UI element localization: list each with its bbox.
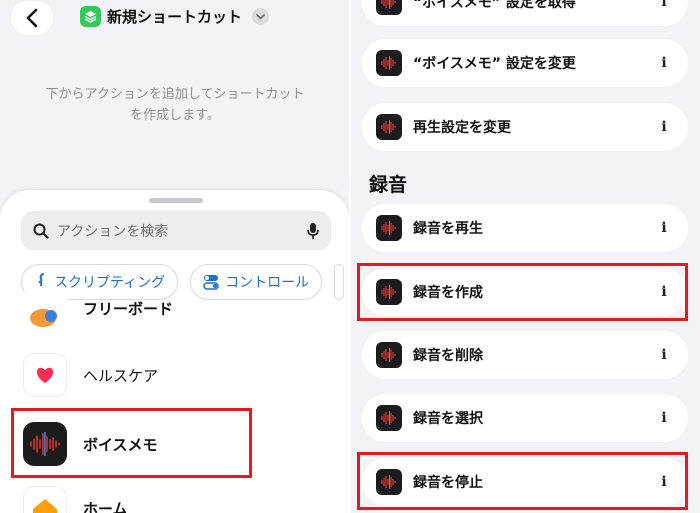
info-icon[interactable]: i (654, 220, 674, 236)
action-set-voice-memo-settings[interactable]: “ボイスメモ” 設定を変更 i (362, 39, 688, 87)
info-icon[interactable]: i (654, 55, 674, 71)
voice-memos-icon (376, 342, 402, 368)
chip-controls[interactable]: コントロール (190, 264, 323, 300)
list-item-label: フリーボード (83, 299, 174, 318)
list-item-label: ホーム (83, 499, 128, 513)
back-button[interactable] (11, 1, 53, 35)
voice-memos-icon (376, 114, 402, 140)
action-label: 録音を選択 (413, 411, 483, 427)
action-label: 再生設定を変更 (413, 120, 511, 136)
action-set-playback[interactable]: 再生設定を変更 i (362, 103, 688, 151)
voice-memos-icon (376, 215, 402, 241)
action-label: “ボイスメモ” 設定を変更 (413, 56, 576, 72)
shortcuts-app-icon (80, 6, 101, 27)
section-title: 録音 (369, 174, 408, 196)
heart-icon (23, 353, 67, 397)
home-icon (23, 486, 67, 513)
chip-partial[interactable] (334, 264, 345, 300)
action-label: 録音を削除 (413, 348, 483, 364)
info-icon[interactable]: i (654, 410, 674, 426)
highlight-box (11, 408, 252, 478)
list-item-freeform[interactable]: フリーボード (23, 286, 173, 330)
list-item-home[interactable]: ホーム (23, 486, 128, 513)
info-icon[interactable]: i (654, 0, 674, 10)
search-icon (33, 223, 49, 239)
action-label: 録音を再生 (413, 221, 483, 237)
search-placeholder: アクションを検索 (57, 223, 169, 240)
sheet-grabber[interactable] (149, 198, 203, 203)
search-input[interactable]: アクションを検索 (21, 211, 331, 250)
freeform-icon (23, 286, 67, 330)
toggle-icon (203, 275, 219, 290)
shortcut-title-row[interactable]: 新規ショートカット (80, 6, 270, 27)
microphone-icon[interactable] (307, 222, 319, 240)
voice-memos-icon (376, 0, 402, 15)
action-get-voice-memo-settings[interactable]: “ボイスメモ” 設定を取得 i (362, 0, 688, 26)
voice-memos-icon (376, 50, 402, 76)
chevron-left-icon (26, 8, 38, 28)
action-play-recording[interactable]: 録音を再生 i (362, 204, 688, 252)
left-panel: 新規ショートカット 下からアクションを追加してショートカットを作成します。 アク… (0, 0, 349, 513)
highlight-box (357, 452, 688, 510)
voice-memos-icon (376, 405, 402, 431)
chip-controls-label: コントロール (225, 275, 310, 291)
action-select-recording[interactable]: 録音を選択 i (362, 394, 688, 442)
info-icon[interactable]: i (654, 119, 674, 135)
info-icon[interactable]: i (654, 347, 674, 363)
list-item-label: ヘルスケア (83, 366, 159, 385)
highlight-box (357, 263, 688, 321)
list-item-health[interactable]: ヘルスケア (23, 353, 158, 397)
empty-state-message: 下からアクションを追加してショートカットを作成します。 (45, 87, 305, 123)
right-panel: “ボイスメモ” 設定を取得 i “ボイスメモ” 設定を変更 i 再生設定を変更 … (351, 0, 700, 513)
chevron-down-icon[interactable] (252, 8, 270, 25)
action-label: “ボイスメモ” 設定を取得 (413, 0, 576, 11)
action-delete-recording[interactable]: 録音を削除 i (362, 331, 688, 379)
page-title: 新規ショートカット (107, 8, 243, 26)
